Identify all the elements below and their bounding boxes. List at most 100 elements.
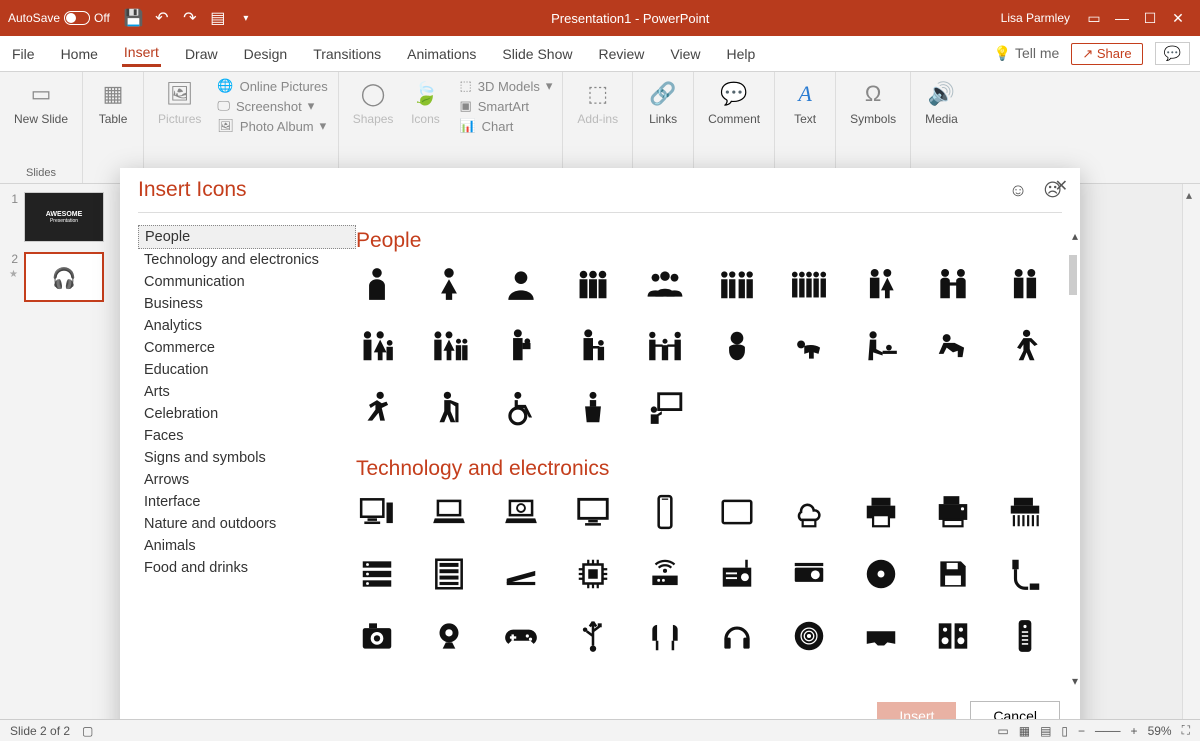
icon-woman[interactable] <box>428 263 470 305</box>
category-item[interactable]: Food and drinks <box>138 557 356 579</box>
comments-pane-icon[interactable]: 💬 <box>1155 42 1190 65</box>
tab-insert[interactable]: Insert <box>122 40 161 67</box>
icon-familyhands[interactable] <box>644 325 686 367</box>
zoom-level[interactable]: 59% <box>1148 724 1172 738</box>
icon-wheelchair[interactable] <box>500 387 542 429</box>
category-item[interactable]: Business <box>138 293 356 315</box>
shapes-button[interactable]: ◯ Shapes <box>349 76 398 128</box>
comment-button[interactable]: 💬 Comment <box>704 76 764 128</box>
icon-fax[interactable] <box>932 491 974 533</box>
user-name[interactable]: Lisa Parmley <box>1001 11 1070 25</box>
share-button[interactable]: ↗ Share <box>1071 43 1142 65</box>
text-button[interactable]: A Text <box>785 76 825 128</box>
smartart-button[interactable]: ▣SmartArt <box>459 96 552 116</box>
icon-printer[interactable] <box>860 491 902 533</box>
icon-twomen[interactable] <box>1004 263 1046 305</box>
icon-shred[interactable] <box>1004 491 1046 533</box>
fit-window-icon[interactable]: ⛶ <box>1182 723 1190 738</box>
icon-radio[interactable] <box>716 553 758 595</box>
slide-thumb-1[interactable]: 1 AWESOME Presentation <box>4 192 125 242</box>
icon-gamepad[interactable] <box>500 615 542 657</box>
icon-earbuds[interactable] <box>644 615 686 657</box>
maximize-icon[interactable]: ☐ <box>1136 10 1164 27</box>
category-item[interactable]: Technology and electronics <box>138 249 356 271</box>
category-item[interactable]: Analytics <box>138 315 356 337</box>
icon-vr[interactable] <box>860 615 902 657</box>
icon-group5[interactable] <box>788 263 830 305</box>
zoom-in-icon[interactable]: + <box>1131 724 1138 738</box>
tab-file[interactable]: File <box>10 42 37 66</box>
icon-chip[interactable] <box>572 553 614 595</box>
tab-animations[interactable]: Animations <box>405 42 478 66</box>
feedback-happy-icon[interactable]: ☺ <box>1009 180 1027 201</box>
view-slideshow-icon[interactable]: ▯ <box>1061 724 1068 738</box>
icon-podium[interactable] <box>572 387 614 429</box>
icon-cloud[interactable] <box>788 491 830 533</box>
view-sorter-icon[interactable]: ▦ <box>1019 724 1030 738</box>
close-icon[interactable]: ✕ <box>1164 10 1192 27</box>
chart-button[interactable]: 📊Chart <box>459 116 552 136</box>
icon-headphone[interactable] <box>716 615 758 657</box>
gallery-scrollbar[interactable]: ▴ ▾ <box>1064 225 1080 692</box>
3d-models-button[interactable]: ⬚3D Models ▾ <box>459 76 552 96</box>
category-item[interactable]: Education <box>138 359 356 381</box>
icon-vinyl[interactable] <box>788 615 830 657</box>
dialog-close-button[interactable]: ✕ <box>1055 176 1068 196</box>
slide-thumb-2[interactable]: 2★ 🎧 <box>4 252 125 302</box>
icon-couple[interactable] <box>860 263 902 305</box>
category-item[interactable]: Faces <box>138 425 356 447</box>
icon-desktop[interactable] <box>356 491 398 533</box>
spellcheck-icon[interactable]: ▢ <box>82 724 93 738</box>
slideshow-start-icon[interactable]: ▤ <box>204 4 232 32</box>
redo-icon[interactable]: ↷ <box>176 4 204 32</box>
view-normal-icon[interactable]: ▭ <box>997 724 1008 738</box>
tab-review[interactable]: Review <box>596 42 646 66</box>
symbols-button[interactable]: Ω Symbols <box>846 76 900 128</box>
pictures-button[interactable]: 🖼 Pictures <box>154 76 205 128</box>
tab-draw[interactable]: Draw <box>183 42 220 66</box>
undo-icon[interactable]: ↶ <box>148 4 176 32</box>
icon-tablet[interactable] <box>716 491 758 533</box>
icon-webcam[interactable] <box>428 615 470 657</box>
screenshot-button[interactable]: 🖵Screenshot ▾ <box>217 96 327 116</box>
category-item[interactable]: Signs and symbols <box>138 447 356 469</box>
online-pictures-button[interactable]: 🌐Online Pictures <box>217 76 327 96</box>
icon-group3[interactable] <box>572 263 614 305</box>
icon-camera[interactable] <box>356 615 398 657</box>
icon-rack[interactable] <box>428 553 470 595</box>
photo-album-button[interactable]: 🖼Photo Album ▾ <box>217 116 327 136</box>
qat-customize-icon[interactable]: ▾ <box>232 4 260 32</box>
icon-family2[interactable] <box>428 325 470 367</box>
zoom-out-icon[interactable]: − <box>1078 724 1085 738</box>
icon-crawl[interactable] <box>788 325 830 367</box>
icon-cable[interactable] <box>1004 553 1046 595</box>
icon-usb[interactable] <box>572 615 614 657</box>
icon-group4[interactable] <box>716 263 758 305</box>
icon-router[interactable] <box>644 553 686 595</box>
icon-speakers[interactable] <box>932 615 974 657</box>
icon-server[interactable] <box>356 553 398 595</box>
save-icon[interactable]: 💾 <box>120 4 148 32</box>
ribbon-options-icon[interactable]: ▭ <box>1080 10 1108 27</box>
icon-scanner[interactable] <box>500 553 542 595</box>
media-button[interactable]: 🔊 Media <box>921 76 962 128</box>
zoom-slider[interactable]: ─── <box>1095 724 1121 738</box>
icon-remote[interactable] <box>1004 615 1046 657</box>
icon-baby[interactable] <box>716 325 758 367</box>
icon-teacher[interactable] <box>644 387 686 429</box>
scroll-up-icon[interactable]: ▴ <box>1186 188 1192 202</box>
tab-view[interactable]: View <box>668 42 702 66</box>
icon-bust[interactable] <box>500 263 542 305</box>
icon-busts3[interactable] <box>644 263 686 305</box>
addins-button[interactable]: ⬚ Add-ins <box>573 76 622 128</box>
tab-slideshow[interactable]: Slide Show <box>500 42 574 66</box>
icon-person[interactable] <box>356 263 398 305</box>
category-item[interactable]: Communication <box>138 271 356 293</box>
category-item[interactable]: People <box>138 225 356 249</box>
tab-help[interactable]: Help <box>724 42 757 66</box>
icon-laptopweb[interactable] <box>500 491 542 533</box>
icon-run[interactable] <box>356 387 398 429</box>
new-slide-button[interactable]: ▭ New Slide <box>10 76 72 128</box>
tab-transitions[interactable]: Transitions <box>311 42 383 66</box>
links-button[interactable]: 🔗 Links <box>643 76 683 128</box>
